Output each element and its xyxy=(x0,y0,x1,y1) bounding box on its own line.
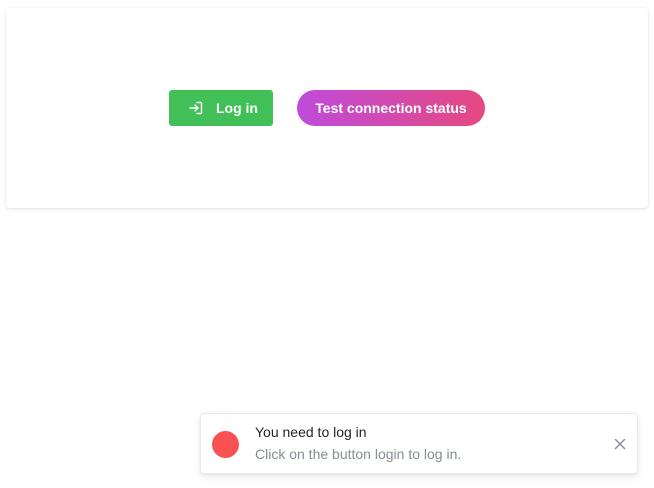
page: Log in Test connection status You need t… xyxy=(0,0,654,488)
login-button-label: Log in xyxy=(216,100,258,116)
login-icon xyxy=(188,100,204,116)
login-button[interactable]: Log in xyxy=(169,90,273,126)
actions-card: Log in Test connection status xyxy=(6,8,648,208)
test-connection-button[interactable]: Test connection status xyxy=(297,90,485,126)
notification-toast: You need to log in Click on the button l… xyxy=(200,413,638,474)
notification-message: Click on the button login to log in. xyxy=(255,446,462,462)
close-icon[interactable] xyxy=(613,437,627,451)
test-connection-button-label: Test connection status xyxy=(315,100,467,116)
status-indicator xyxy=(212,431,239,458)
notification-title: You need to log in xyxy=(255,424,367,440)
